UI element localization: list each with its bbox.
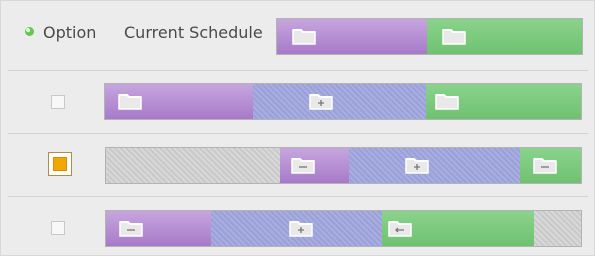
folder-plus-icon xyxy=(405,155,429,174)
option-header: Option xyxy=(43,23,97,42)
schedule-segment-blue xyxy=(349,148,521,183)
schedule-segment-purple xyxy=(106,211,212,246)
folder-minus-icon xyxy=(291,155,315,174)
schedule-segment-empty xyxy=(534,211,581,246)
folder-icon xyxy=(292,26,316,45)
folder-icon xyxy=(118,91,142,110)
option-row-2 xyxy=(8,133,588,193)
schedule-segment-purple xyxy=(280,148,350,183)
schedule-segment-purple xyxy=(105,84,254,119)
schedule-segment-purple xyxy=(277,19,428,54)
schedule-segment-empty xyxy=(106,148,281,183)
schedule-segment-green xyxy=(382,211,535,246)
folder-arrow-icon xyxy=(388,218,412,237)
schedule-bar xyxy=(105,210,582,247)
schedule-segment-green xyxy=(520,148,581,183)
schedule-segment-blue xyxy=(211,211,383,246)
option-row-1 xyxy=(8,70,588,130)
schedule-segment-blue xyxy=(253,84,427,119)
schedule-bar xyxy=(104,83,582,120)
current-schedule-bar xyxy=(276,18,583,55)
folder-minus-icon xyxy=(119,218,143,237)
option-checkbox[interactable] xyxy=(51,95,65,109)
schedule-bar xyxy=(105,147,582,184)
status-dot-icon xyxy=(25,27,34,36)
schedule-segment-green xyxy=(426,84,581,119)
schedule-segment-green xyxy=(427,19,582,54)
current-schedule-header: Current Schedule xyxy=(124,23,263,42)
option-checkbox-selected[interactable] xyxy=(48,152,72,176)
folder-icon xyxy=(435,91,459,110)
folder-plus-icon xyxy=(289,218,313,237)
folder-icon xyxy=(442,26,466,45)
folder-plus-icon xyxy=(309,91,333,110)
option-row-3 xyxy=(8,196,588,256)
folder-minus-icon xyxy=(533,155,557,174)
option-checkbox[interactable] xyxy=(51,221,65,235)
